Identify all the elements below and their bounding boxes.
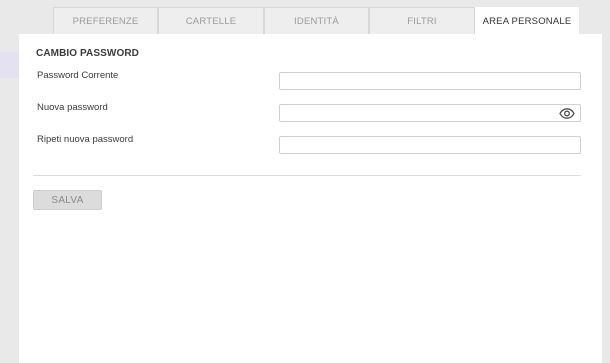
new-password-label: Nuova password	[37, 102, 108, 113]
tab-identita[interactable]: IDENTITÀ	[264, 7, 369, 34]
section-title: CAMBIO PASSWORD	[36, 48, 139, 59]
tab-preferenze[interactable]: PREFERENZE	[53, 7, 158, 34]
settings-tabs: PREFERENZE CARTELLE IDENTITÀ FILTRI AREA…	[53, 7, 579, 34]
repeat-password-input[interactable]	[279, 136, 581, 154]
tab-label: PREFERENZE	[72, 15, 139, 27]
current-password-input[interactable]	[279, 72, 581, 90]
divider	[33, 175, 581, 176]
background-accent	[0, 52, 19, 78]
tab-filtri[interactable]: FILTRI	[369, 7, 475, 34]
new-password-input[interactable]	[279, 104, 581, 122]
current-password-label: Password Corrente	[37, 70, 119, 81]
tab-label: AREA PERSONALE	[482, 15, 572, 27]
tab-area-personale[interactable]: AREA PERSONALE	[475, 7, 579, 34]
tab-cartelle[interactable]: CARTELLE	[158, 7, 264, 34]
eye-icon[interactable]	[559, 107, 575, 119]
repeat-password-label: Ripeti nuova password	[37, 134, 134, 145]
save-button[interactable]: SALVA	[33, 190, 102, 210]
tab-label: CARTELLE	[185, 15, 237, 27]
settings-panel: CAMBIO PASSWORD Password Corrente Nuova …	[19, 34, 602, 363]
tab-label: FILTRI	[407, 15, 437, 27]
tab-label: IDENTITÀ	[294, 15, 339, 27]
